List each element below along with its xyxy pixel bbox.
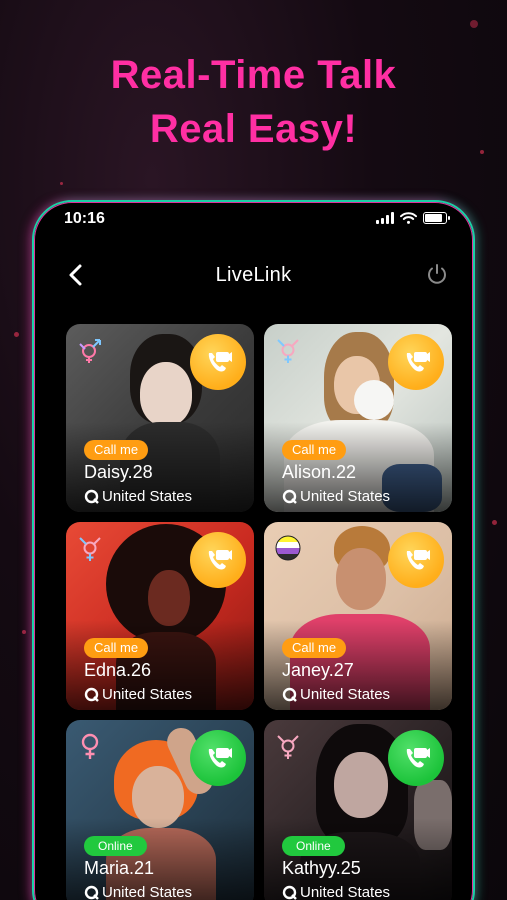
power-icon[interactable]: [425, 262, 449, 286]
location-icon: [282, 489, 297, 504]
profile-location: United States: [282, 488, 390, 505]
transgender-icon: [277, 339, 299, 363]
video-call-button[interactable]: [388, 532, 444, 588]
location-text: United States: [300, 686, 391, 703]
profile-name: Alison.22: [282, 462, 357, 482]
profile-location: United States: [84, 488, 192, 505]
nonbinary-flag-icon: [275, 535, 301, 561]
location-text: United States: [300, 884, 391, 900]
video-call-icon: [208, 748, 232, 768]
top-nav: LiveLink: [34, 256, 473, 296]
background-sparkle: [470, 20, 478, 28]
page-title: LiveLink: [215, 264, 292, 286]
profile-name: Kathyy.25: [282, 858, 361, 878]
battery-icon: [423, 212, 450, 224]
profile-name: Edna.26: [84, 660, 152, 680]
video-call-button[interactable]: [190, 730, 246, 786]
status-badge: Online: [282, 836, 345, 856]
location-icon: [282, 687, 297, 702]
status-badge: Call me: [84, 638, 149, 658]
video-call-button[interactable]: [388, 334, 444, 390]
location-text: United States: [102, 488, 193, 505]
transgender-icon: [277, 735, 299, 759]
wifi-icon: [400, 212, 417, 224]
video-call-icon: [208, 550, 232, 570]
genderfluid-icon: [79, 339, 101, 363]
location-text: United States: [102, 686, 193, 703]
status-icons: [376, 212, 450, 224]
profile-location: United States: [282, 686, 390, 703]
profile-card[interactable]: Call me Edna.26 United States: [66, 522, 254, 710]
profile-name: Daisy.28: [84, 462, 153, 482]
profile-location: United States: [84, 686, 192, 703]
video-call-button[interactable]: [190, 532, 246, 588]
location-icon: [84, 687, 99, 702]
profile-card[interactable]: Call me Alison.22 United States: [264, 324, 452, 512]
profile-location: United States: [84, 884, 192, 900]
profile-card[interactable]: Call me Janey.27 United States: [264, 522, 452, 710]
location-text: United States: [300, 488, 391, 505]
status-time: 10:16: [64, 210, 105, 227]
profile-card[interactable]: Online Maria.21 United States: [66, 720, 254, 900]
status-badge: Call me: [282, 638, 347, 658]
video-call-icon: [406, 352, 430, 372]
transgender-icon: [79, 537, 101, 561]
background-sparkle: [492, 520, 497, 525]
video-call-icon: [406, 550, 430, 570]
status-bar: 10:16: [34, 202, 473, 238]
female-icon: [81, 733, 99, 759]
cellular-signal-icon: [376, 212, 394, 224]
background-sparkle: [60, 182, 63, 185]
video-call-icon: [406, 748, 430, 768]
video-call-button[interactable]: [388, 730, 444, 786]
phone-frame: 10:16 LiveLink Call me Daisy.28 United S…: [32, 200, 475, 900]
location-icon: [282, 885, 297, 900]
promo-headline: Real-Time Talk Real Easy!: [0, 48, 507, 156]
location-text: United States: [102, 884, 193, 900]
profile-name: Maria.21: [84, 858, 155, 878]
promo-line-2: Real Easy!: [149, 107, 358, 151]
profile-location: United States: [282, 884, 390, 900]
video-call-icon: [208, 352, 232, 372]
status-badge: Call me: [282, 440, 347, 460]
video-call-button[interactable]: [190, 334, 246, 390]
profile-card[interactable]: Call me Daisy.28 United States: [66, 324, 254, 512]
background-sparkle: [14, 332, 19, 337]
background-sparkle: [22, 630, 26, 634]
status-badge: Call me: [84, 440, 149, 460]
status-badge: Online: [84, 836, 147, 856]
location-icon: [84, 489, 99, 504]
profile-card[interactable]: Online Kathyy.25 United States: [264, 720, 452, 900]
promo-line-1: Real-Time Talk: [110, 53, 397, 97]
profile-name: Janey.27: [282, 660, 354, 680]
location-icon: [84, 885, 99, 900]
